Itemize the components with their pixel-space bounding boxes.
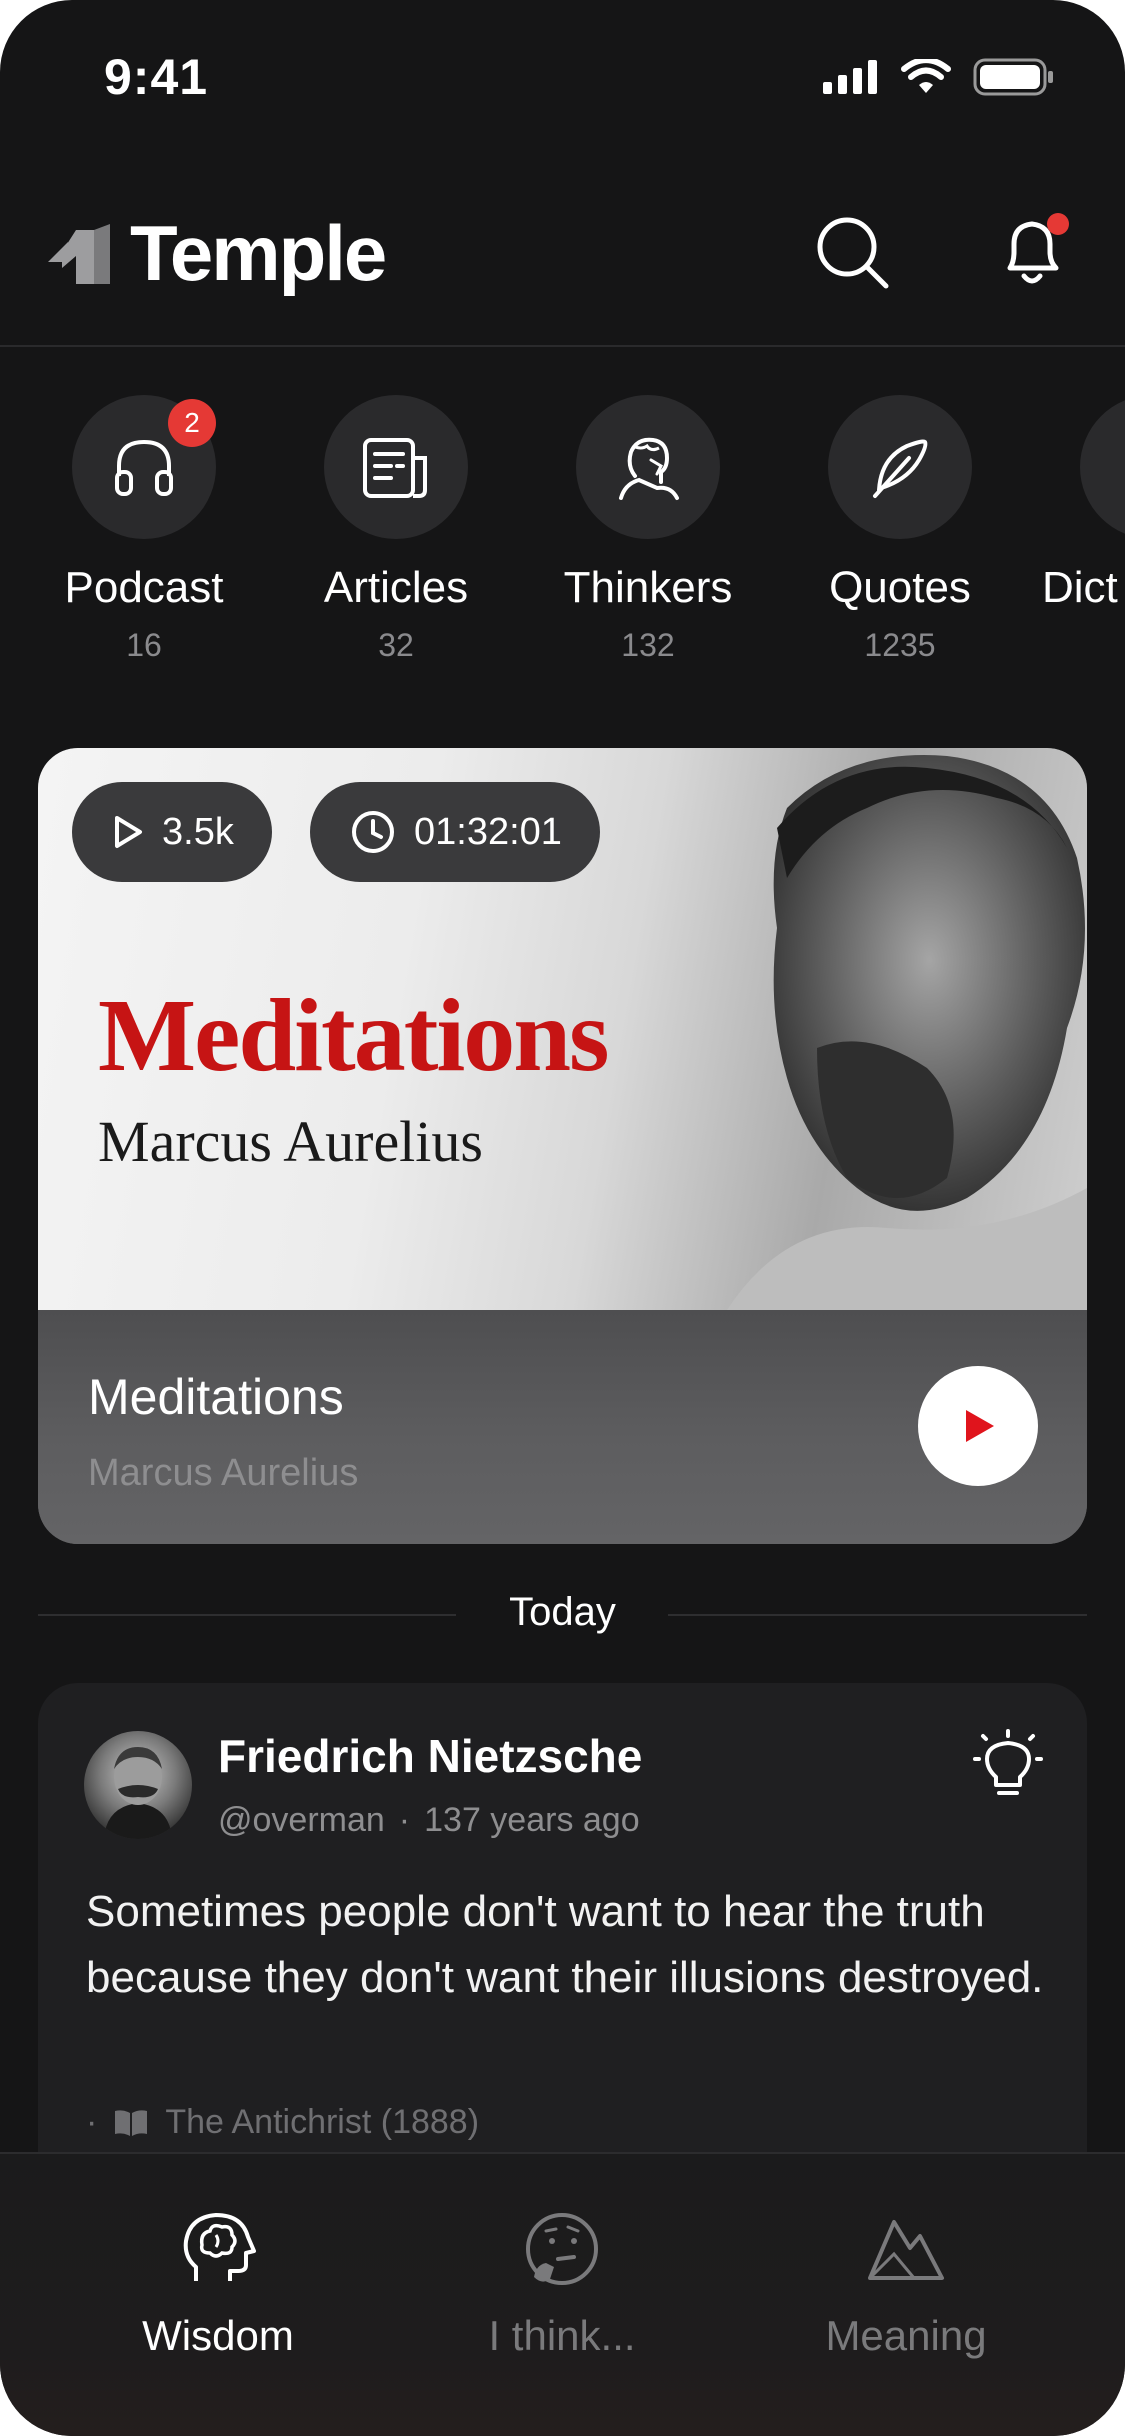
book-icon xyxy=(115,2109,148,2136)
status-bar: 9:41 xyxy=(0,0,1125,150)
thinker-bust-icon xyxy=(619,437,679,500)
category-count: 32 xyxy=(378,627,414,663)
tab-meaning[interactable]: Meaning xyxy=(736,2204,1076,2360)
nietzsche-portrait xyxy=(104,1747,172,1839)
cover-art: 3.5k 01:32:01 Meditations Marcus Aureliu… xyxy=(38,748,1087,1310)
tab-wisdom[interactable]: Wisdom xyxy=(48,2204,388,2360)
card-author: Marcus Aurelius xyxy=(88,1452,359,1494)
wifi-icon xyxy=(901,59,951,93)
quote-source[interactable]: · The Antichrist (1888) xyxy=(86,2103,479,2142)
app-name: Temple xyxy=(130,209,387,297)
author-name[interactable]: Friedrich Nietzsche xyxy=(218,1729,642,1783)
status-time: 9:41 xyxy=(104,49,209,105)
category-label: Podcast xyxy=(64,563,224,612)
section-separator: Today xyxy=(38,1590,1087,1640)
clock-icon xyxy=(352,811,394,853)
quote-age: 137 years ago xyxy=(424,1801,640,1839)
source-title: The Antichrist (1888) xyxy=(165,2103,480,2141)
lightbulb-icon xyxy=(973,1729,1043,1795)
category-articles[interactable]: Articles 32 xyxy=(276,395,516,664)
play-button[interactable] xyxy=(918,1366,1038,1486)
cover-title: Meditations xyxy=(98,978,610,1093)
mountain-icon xyxy=(868,2220,944,2280)
quote-text: Sometimes people don't want to hear the … xyxy=(86,1887,1044,2002)
play-count: 3.5k xyxy=(162,810,234,853)
play-count-pill: 3.5k xyxy=(72,782,272,882)
thinking-face-icon xyxy=(526,2213,598,2285)
newspaper-icon xyxy=(363,438,427,498)
category-count: 1235 xyxy=(864,627,936,663)
bell-icon xyxy=(1007,213,1069,284)
separator-line xyxy=(668,1614,1087,1616)
app-logo[interactable]: Temple xyxy=(46,208,387,299)
section-label: Today xyxy=(509,1590,616,1634)
meta-separator: · xyxy=(398,1801,411,1839)
category-label: Articles xyxy=(323,563,469,612)
header-divider xyxy=(0,345,1125,347)
quote-meta: @overman · 137 years ago xyxy=(218,1801,640,1840)
temple-logo-icon xyxy=(48,223,110,284)
category-label: Dict xyxy=(1042,563,1118,612)
category-dictionary[interactable]: Dict xyxy=(1032,395,1125,613)
category-label: Quotes xyxy=(829,563,971,612)
search-icon xyxy=(817,217,889,289)
card-info: Meditations Marcus Aurelius xyxy=(38,1310,1087,1544)
duration-pill: 01:32:01 xyxy=(310,782,600,882)
search-button[interactable] xyxy=(812,212,892,292)
insight-button[interactable] xyxy=(973,1729,1043,1810)
category-icon-circle: 2 xyxy=(72,395,216,539)
feather-icon xyxy=(873,439,928,498)
category-count: 16 xyxy=(126,627,162,663)
play-icon xyxy=(966,1410,994,1442)
tab-label: Meaning xyxy=(825,2312,987,2359)
cellular-signal-icon xyxy=(823,60,877,94)
tab-i-think[interactable]: I think... xyxy=(392,2204,732,2360)
category-thinkers[interactable]: Thinkers 132 xyxy=(528,395,768,664)
notifications-button[interactable] xyxy=(994,212,1074,292)
category-icon-circle xyxy=(828,395,972,539)
play-outline-icon xyxy=(115,816,142,848)
category-label: Thinkers xyxy=(563,563,733,612)
marcus-aurelius-portrait xyxy=(727,755,1087,1310)
category-icon-circle xyxy=(576,395,720,539)
tab-label: I think... xyxy=(488,2312,636,2359)
podcast-badge: 2 xyxy=(168,399,216,447)
app-header: Temple xyxy=(0,190,1125,340)
author-handle: @overman xyxy=(218,1801,385,1839)
card-title: Meditations xyxy=(88,1369,344,1425)
status-icons xyxy=(823,58,1055,96)
featured-podcast-card[interactable]: 3.5k 01:32:01 Meditations Marcus Aureliu… xyxy=(38,748,1087,1544)
source-bullet: · xyxy=(86,2103,98,2141)
category-icon-circle xyxy=(1080,395,1125,539)
avatar[interactable] xyxy=(84,1731,192,1839)
category-podcast[interactable]: 2 Podcast 16 xyxy=(24,395,264,664)
category-quotes[interactable]: Quotes 1235 xyxy=(780,395,1020,664)
duration: 01:32:01 xyxy=(414,810,562,853)
tab-label: Wisdom xyxy=(142,2312,294,2359)
battery-icon xyxy=(973,58,1053,96)
category-icon-circle xyxy=(324,395,468,539)
category-count: 132 xyxy=(621,627,675,663)
headphones-icon xyxy=(115,439,173,496)
cover-subtitle: Marcus Aurelius xyxy=(98,1109,483,1174)
brain-head-icon xyxy=(183,2213,256,2281)
phone-screen: 9:41 Temple 2 Podcast 16 Articles 32 Thi… xyxy=(0,0,1125,2436)
category-row: 2 Podcast 16 Articles 32 Thinkers 132 Qu… xyxy=(0,395,1125,695)
bottom-navigation: Wisdom I think... Meaning xyxy=(0,2152,1125,2436)
